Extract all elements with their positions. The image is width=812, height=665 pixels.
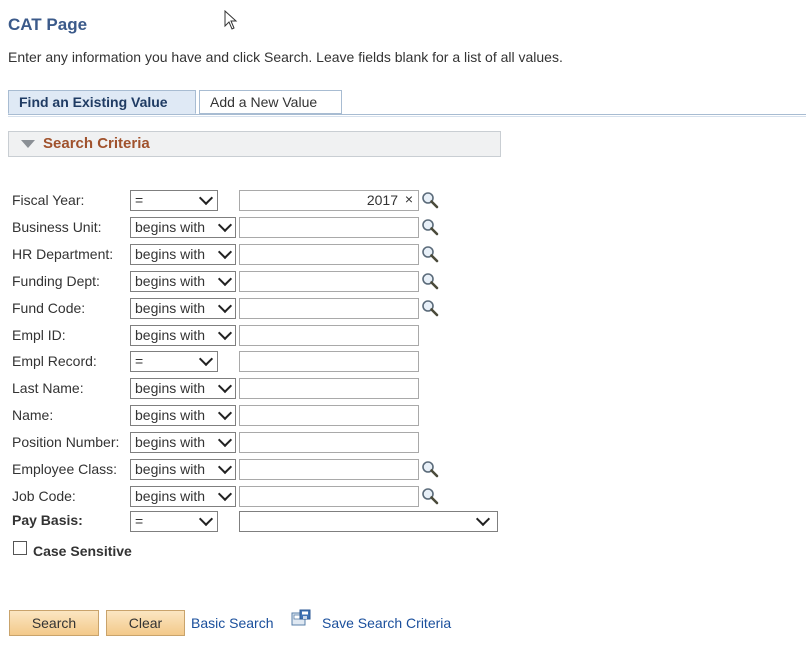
business-unit-lookup-icon[interactable] bbox=[421, 218, 439, 236]
last-name-label: Last Name: bbox=[12, 380, 84, 396]
hr-department-lookup-icon[interactable] bbox=[421, 245, 439, 263]
business-unit-input[interactable] bbox=[239, 217, 419, 238]
chevron-down-icon bbox=[217, 405, 233, 421]
funding-dept-operator-select[interactable]: begins with bbox=[130, 271, 236, 292]
empl-record-operator-select[interactable]: = bbox=[130, 351, 218, 372]
last-name-input[interactable] bbox=[239, 378, 419, 399]
chevron-down-icon bbox=[217, 459, 233, 475]
save-search-criteria-link[interactable]: Save Search Criteria bbox=[322, 615, 451, 631]
hr-department-input[interactable] bbox=[239, 244, 419, 265]
pay-basis-label: Pay Basis: bbox=[12, 512, 83, 528]
name-operator-value: begins with bbox=[135, 407, 206, 423]
case-sensitive-checkbox[interactable] bbox=[13, 541, 27, 555]
fund-code-operator-value: begins with bbox=[135, 300, 206, 316]
fiscal-year-input[interactable]: 2017 × bbox=[239, 190, 419, 211]
business-unit-label: Business Unit: bbox=[12, 219, 102, 235]
pay-basis-operator-value: = bbox=[135, 513, 144, 529]
search-criteria-title: Search Criteria bbox=[43, 135, 150, 152]
fund-code-label: Fund Code: bbox=[12, 300, 86, 316]
page-instructions: Enter any information you have and click… bbox=[8, 49, 563, 65]
empl-record-label: Empl Record: bbox=[12, 353, 97, 369]
tab-find-existing-value[interactable]: Find an Existing Value bbox=[8, 90, 196, 114]
pay-basis-operator-select[interactable]: = bbox=[130, 511, 218, 532]
chevron-down-icon bbox=[217, 271, 233, 287]
chevron-down-icon bbox=[198, 511, 214, 527]
job-code-input[interactable] bbox=[239, 486, 419, 507]
empl-id-operator-value: begins with bbox=[135, 327, 206, 343]
funding-dept-label: Funding Dept: bbox=[12, 273, 100, 289]
chevron-down-icon bbox=[475, 511, 491, 527]
position-number-operator-value: begins with bbox=[135, 434, 206, 450]
fiscal-year-operator-value: = bbox=[135, 192, 144, 208]
hr-department-label: HR Department: bbox=[12, 246, 114, 262]
fiscal-year-lookup-icon[interactable] bbox=[421, 191, 439, 209]
mouse-pointer-icon bbox=[224, 10, 238, 30]
job-code-operator-value: begins with bbox=[135, 488, 206, 504]
name-input[interactable] bbox=[239, 405, 419, 426]
page-title: CAT Page bbox=[8, 15, 88, 34]
funding-dept-input[interactable] bbox=[239, 271, 419, 292]
employee-class-input[interactable] bbox=[239, 459, 419, 480]
empl-record-input[interactable] bbox=[239, 351, 419, 372]
case-sensitive-label: Case Sensitive bbox=[33, 543, 132, 559]
job-code-label: Job Code: bbox=[12, 488, 76, 504]
empl-id-label: Empl ID: bbox=[12, 327, 66, 343]
employee-class-operator-select[interactable]: begins with bbox=[130, 459, 236, 480]
fiscal-year-operator-select[interactable]: = bbox=[130, 190, 218, 211]
name-label: Name: bbox=[12, 407, 54, 423]
job-code-operator-select[interactable]: begins with bbox=[130, 486, 236, 507]
clear-x-icon[interactable]: × bbox=[405, 190, 413, 209]
chevron-down-icon bbox=[217, 325, 233, 341]
empl-id-operator-select[interactable]: begins with bbox=[130, 325, 236, 346]
fund-code-lookup-icon[interactable] bbox=[421, 299, 439, 317]
hr-department-operator-value: begins with bbox=[135, 246, 206, 262]
employee-class-lookup-icon[interactable] bbox=[421, 460, 439, 478]
empl-id-input[interactable] bbox=[239, 325, 419, 346]
chevron-down-icon bbox=[217, 432, 233, 448]
chevron-down-icon bbox=[217, 378, 233, 394]
position-number-operator-select[interactable]: begins with bbox=[130, 432, 236, 453]
last-name-operator-select[interactable]: begins with bbox=[130, 378, 236, 399]
funding-dept-lookup-icon[interactable] bbox=[421, 272, 439, 290]
fund-code-input[interactable] bbox=[239, 298, 419, 319]
employee-class-label: Employee Class: bbox=[12, 461, 118, 477]
fiscal-year-input-value: 2017 bbox=[366, 192, 398, 208]
chevron-down-icon bbox=[198, 351, 214, 367]
pay-basis-value-select[interactable] bbox=[239, 511, 498, 532]
business-unit-operator-select[interactable]: begins with bbox=[130, 217, 236, 238]
fund-code-operator-select[interactable]: begins with bbox=[130, 298, 236, 319]
chevron-down-icon bbox=[217, 217, 233, 233]
funding-dept-operator-value: begins with bbox=[135, 273, 206, 289]
position-number-label: Position Number: bbox=[12, 434, 120, 450]
employee-class-operator-value: begins with bbox=[135, 461, 206, 477]
basic-search-link[interactable]: Basic Search bbox=[191, 615, 273, 631]
chevron-down-icon bbox=[217, 298, 233, 314]
chevron-down-icon bbox=[217, 244, 233, 260]
tab-add-new-value[interactable]: Add a New Value bbox=[199, 90, 342, 114]
chevron-down-icon bbox=[217, 486, 233, 502]
save-criteria-icon[interactable] bbox=[291, 609, 311, 627]
last-name-operator-value: begins with bbox=[135, 380, 206, 396]
search-button[interactable]: Search bbox=[9, 610, 99, 636]
hr-department-operator-select[interactable]: begins with bbox=[130, 244, 236, 265]
position-number-input[interactable] bbox=[239, 432, 419, 453]
business-unit-operator-value: begins with bbox=[135, 219, 206, 235]
clear-button[interactable]: Clear bbox=[106, 610, 185, 636]
search-criteria-header[interactable]: Search Criteria bbox=[8, 131, 501, 157]
empl-record-operator-value: = bbox=[135, 353, 144, 369]
tab-divider-shadow bbox=[8, 116, 806, 117]
name-operator-select[interactable]: begins with bbox=[130, 405, 236, 426]
tab-divider bbox=[8, 114, 806, 115]
chevron-down-icon bbox=[198, 190, 214, 206]
fiscal-year-label: Fiscal Year: bbox=[12, 192, 85, 208]
collapse-triangle-icon[interactable] bbox=[21, 140, 35, 148]
job-code-lookup-icon[interactable] bbox=[421, 487, 439, 505]
